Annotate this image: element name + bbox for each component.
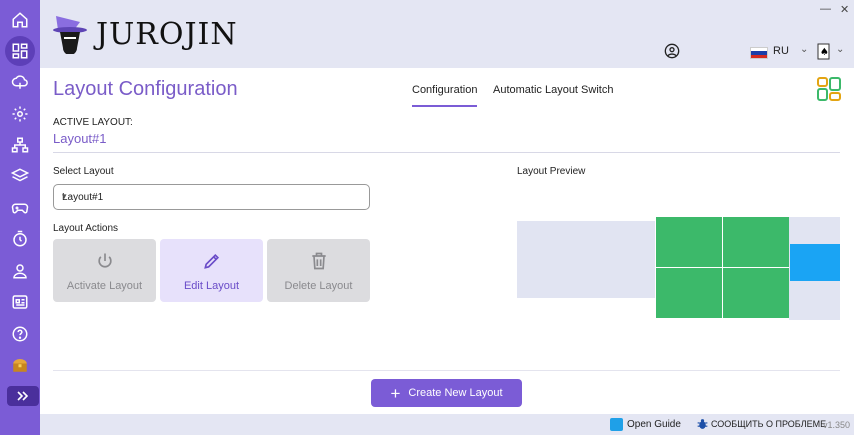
- activate-layout-label: Activate Layout: [66, 280, 143, 292]
- preview-zone-green-2: [723, 217, 789, 267]
- version-label: v1.350: [823, 420, 851, 430]
- delete-layout-label: Delete Layout: [284, 280, 353, 292]
- sidebar-item-dashboard[interactable]: [5, 36, 35, 66]
- create-new-layout-button[interactable]: + Create New Layout: [371, 379, 522, 407]
- sidebar-item-home[interactable]: [5, 5, 35, 35]
- report-problem-link[interactable]: СООБЩИТЬ О ПРОБЛЕМЕ: [711, 419, 826, 429]
- sidebar-item-timer[interactable]: [5, 224, 35, 254]
- dashboard-icon: [12, 43, 28, 59]
- preview-zone-green-3: [656, 268, 722, 318]
- account-button[interactable]: [664, 43, 680, 64]
- sidebar-item-gamepad[interactable]: [5, 193, 35, 223]
- edit-layout-label: Edit Layout: [183, 280, 240, 292]
- playing-cards-icon: ♠: [817, 43, 830, 60]
- plus-icon: +: [390, 383, 401, 403]
- main-content: Layout Configuration Configuration Autom…: [40, 68, 854, 414]
- header: JUROJIN — ✕ RU ⌄ ♠ ⌄: [40, 0, 854, 68]
- gamepad-icon: [11, 203, 29, 214]
- news-icon: [12, 295, 28, 309]
- layout-preview: [517, 217, 840, 320]
- help-icon: [12, 326, 28, 342]
- cloud-upload-icon: [11, 75, 28, 89]
- select-layout-label: Select Layout: [53, 166, 114, 177]
- sidebar-expand-button[interactable]: [7, 386, 39, 406]
- network-icon: [11, 137, 29, 153]
- activate-layout-button[interactable]: Activate Layout: [53, 239, 156, 302]
- delete-layout-button[interactable]: Delete Layout: [267, 239, 370, 302]
- divider: [53, 370, 840, 371]
- layout-preview-label: Layout Preview: [517, 166, 586, 177]
- sidebar-item-settings[interactable]: [5, 99, 35, 129]
- language-selector[interactable]: RU: [773, 45, 789, 57]
- preview-zone-blue: [790, 244, 840, 281]
- preview-zone-green-4: [723, 268, 789, 318]
- chevrons-right-icon: [17, 391, 29, 401]
- sidebar-item-chest[interactable]: [5, 350, 35, 380]
- divider: [53, 152, 840, 153]
- chevron-down-icon: ⌄: [800, 44, 809, 55]
- svg-text:♠: ♠: [820, 47, 829, 58]
- chevron-down-icon: ⌄: [836, 44, 845, 55]
- power-icon: [97, 253, 112, 268]
- russia-flag-icon: [750, 47, 768, 59]
- minimize-button[interactable]: —: [820, 3, 831, 15]
- layouts-icon: [816, 76, 842, 107]
- tab-configuration[interactable]: Configuration: [412, 84, 478, 107]
- sidebar-item-help[interactable]: [5, 319, 35, 349]
- sidebar-item-news[interactable]: [5, 287, 35, 317]
- sidebar-item-network[interactable]: [5, 130, 35, 160]
- logo-text: JUROJIN: [96, 17, 238, 52]
- select-layout-dropdown[interactable]: Layout#1 ▾: [53, 184, 370, 210]
- settings-icon: [12, 106, 28, 122]
- sidebar: [0, 0, 40, 435]
- page-title: Layout Configuration: [53, 78, 238, 100]
- trash-icon: [311, 252, 326, 270]
- sidebar-item-profile[interactable]: [5, 256, 35, 286]
- user-icon: [13, 264, 27, 279]
- chevron-down-icon: ▾: [62, 191, 67, 201]
- active-layout-value: Layout#1: [53, 131, 107, 146]
- footer: Open Guide СООБЩИТЬ О ПРОБЛЕМЕ v1.350: [40, 414, 854, 435]
- guide-icon: [610, 418, 623, 431]
- treasure-chest-icon: [13, 359, 27, 372]
- preview-zone-green-1: [656, 217, 722, 267]
- active-layout-label: ACTIVE LAYOUT:: [53, 117, 133, 128]
- edit-layout-button[interactable]: Edit Layout: [160, 239, 263, 302]
- tab-automatic-layout-switch[interactable]: Automatic Layout Switch: [493, 84, 613, 96]
- create-new-layout-label: Create New Layout: [408, 387, 503, 399]
- home-icon: [12, 12, 28, 28]
- layers-icon: [11, 168, 29, 182]
- theme-selector[interactable]: ♠: [815, 42, 833, 67]
- bug-icon: [696, 417, 709, 435]
- open-guide-link[interactable]: Open Guide: [627, 419, 681, 430]
- sidebar-item-layers[interactable]: [5, 161, 35, 191]
- pencil-icon: [203, 253, 219, 269]
- timer-icon: [13, 230, 27, 247]
- preview-monitor-left: [517, 221, 655, 298]
- account-circle-icon: [664, 43, 680, 59]
- close-button[interactable]: ✕: [840, 3, 849, 16]
- sidebar-item-cloud[interactable]: [5, 67, 35, 97]
- layout-actions-label: Layout Actions: [53, 223, 119, 234]
- logo-icon: [52, 12, 92, 59]
